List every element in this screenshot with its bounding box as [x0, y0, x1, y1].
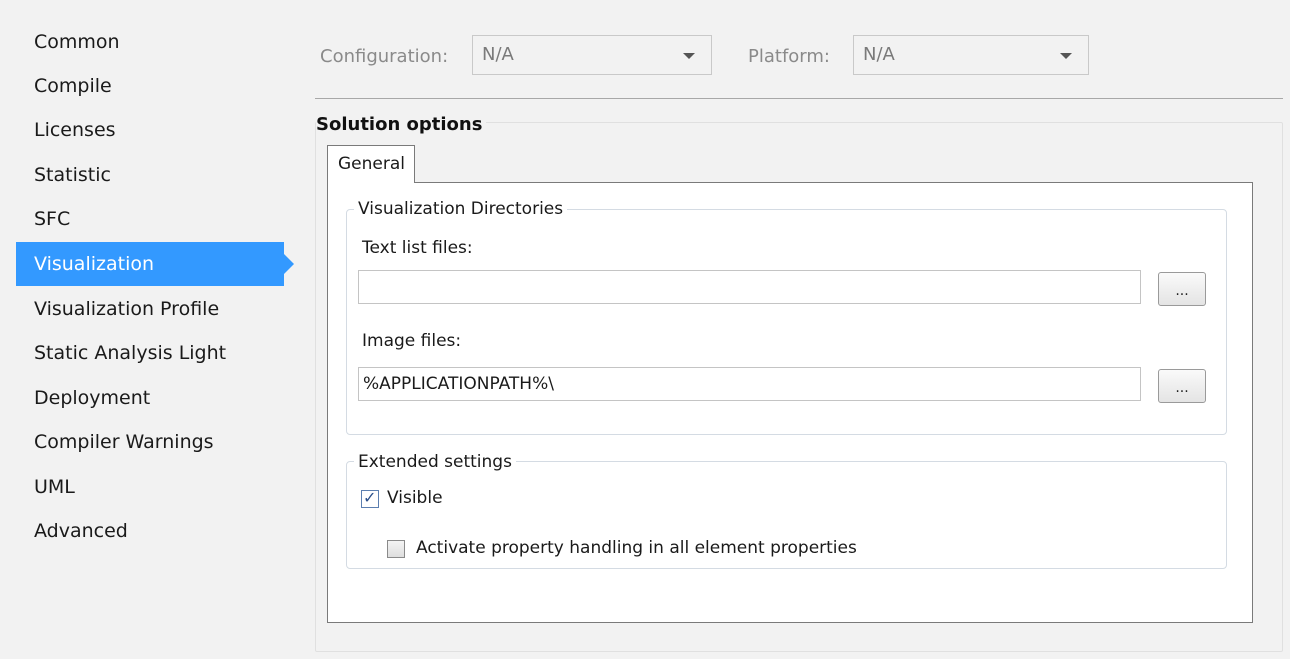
text-list-files-label: Text list files:: [362, 238, 473, 258]
extended-settings-title: Extended settings: [354, 452, 516, 472]
image-files-label: Image files:: [362, 331, 462, 351]
options-window: Common Compile Licenses Statistic SFC Vi…: [0, 0, 1290, 659]
sidebar: Common Compile Licenses Statistic SFC Vi…: [0, 0, 300, 659]
property-handling-checkbox[interactable]: [387, 540, 405, 558]
main-panel: Configuration: N/A Platform: N/A Solutio…: [300, 0, 1290, 659]
checkmark-icon: ✓: [363, 488, 377, 507]
configuration-value: N/A: [482, 44, 514, 65]
platform-label: Platform:: [748, 46, 830, 67]
platform-dropdown[interactable]: N/A: [853, 35, 1089, 75]
image-files-browse-button[interactable]: ...: [1158, 369, 1206, 403]
tab-general[interactable]: General: [327, 145, 415, 183]
sidebar-item-deployment[interactable]: Deployment: [16, 376, 284, 420]
general-tab-page: Visualization Directories Text list file…: [327, 182, 1253, 623]
sidebar-item-static-analysis-light[interactable]: Static Analysis Light: [16, 331, 284, 375]
sidebar-item-statistic[interactable]: Statistic: [16, 153, 284, 197]
chevron-down-icon: [683, 53, 695, 59]
property-handling-label: Activate property handling in all elemen…: [416, 538, 857, 558]
configuration-label: Configuration:: [320, 46, 449, 67]
configuration-dropdown[interactable]: N/A: [472, 35, 712, 75]
visualization-directories-group: [346, 209, 1227, 435]
visualization-directories-title: Visualization Directories: [354, 199, 568, 219]
solution-options-title: Solution options: [316, 114, 487, 135]
sidebar-item-compiler-warnings[interactable]: Compiler Warnings: [16, 420, 284, 464]
sidebar-item-compile[interactable]: Compile: [16, 64, 284, 108]
sidebar-item-advanced[interactable]: Advanced: [16, 509, 284, 553]
visible-checkbox[interactable]: ✓: [361, 488, 379, 508]
sidebar-item-sfc[interactable]: SFC: [16, 197, 284, 241]
text-list-browse-button[interactable]: ...: [1158, 272, 1206, 306]
image-files-input[interactable]: %APPLICATIONPATH%\: [358, 367, 1141, 401]
chevron-down-icon: [1060, 53, 1072, 59]
sidebar-item-visualization[interactable]: Visualization: [16, 242, 294, 286]
sidebar-item-visualization-profile[interactable]: Visualization Profile: [16, 287, 284, 331]
visible-label: Visible: [387, 488, 443, 508]
text-list-files-input[interactable]: [358, 270, 1141, 304]
sidebar-item-common[interactable]: Common: [16, 20, 284, 64]
platform-value: N/A: [863, 44, 895, 65]
header-separator: [315, 98, 1283, 99]
sidebar-item-uml[interactable]: UML: [16, 465, 284, 509]
sidebar-item-licenses[interactable]: Licenses: [16, 108, 284, 152]
